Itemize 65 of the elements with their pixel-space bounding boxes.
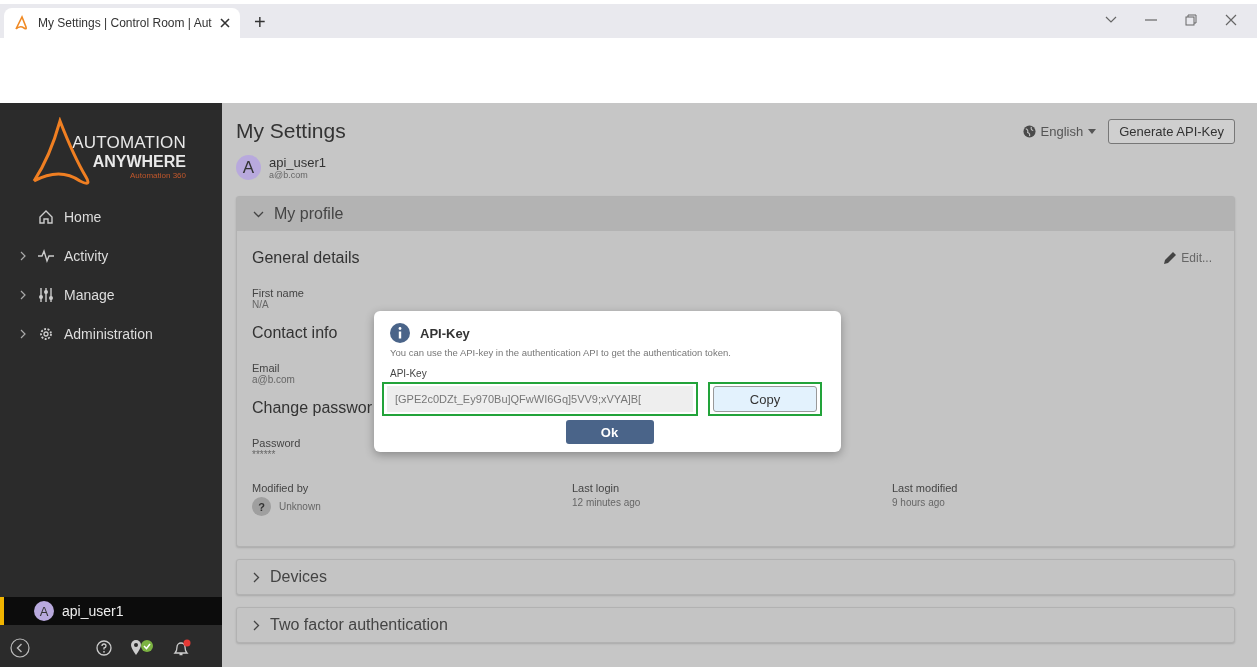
settings-icon: [38, 325, 54, 342]
nav-item[interactable]: Administration: [0, 314, 222, 353]
caret-icon: [1088, 129, 1097, 134]
home-icon: [38, 208, 54, 225]
sliders-icon: [38, 286, 54, 303]
logo-text: AUTOMATION: [72, 133, 186, 153]
user-name: api_user1: [269, 155, 327, 170]
chevron-right-icon: [20, 328, 26, 339]
field-label: Email: [252, 362, 280, 374]
field-label: API-Key: [390, 368, 428, 379]
language-selector[interactable]: English: [1022, 124, 1097, 139]
api-key-field[interactable]: [GPE2c0DZt_Ey970Bu]QFwWI6Gq]5VV9;xVYA]B[: [387, 386, 693, 412]
dialog-message: You can use the API-key in the authentication API to get the authentication token.: [390, 347, 732, 358]
logo-tagline: Automation 360: [129, 171, 186, 180]
field-value: N/A: [252, 299, 269, 310]
bell-icon[interactable]: [172, 639, 192, 657]
info-icon: [390, 323, 410, 343]
restore-icon[interactable]: [1185, 14, 1197, 26]
logo-icon: [14, 15, 30, 31]
field-label: Last login: [572, 482, 621, 494]
section-header[interactable]: Devices: [237, 560, 1234, 594]
field-value: 9 hours ago: [892, 497, 945, 508]
field-label: Modified by: [252, 482, 310, 494]
chevron-right-icon: [20, 289, 26, 300]
unknown-avatar: ?: [252, 497, 271, 516]
field-label: Password: [252, 437, 301, 449]
globe-icon: [1022, 125, 1036, 138]
browser-tab[interactable]: My Settings | Control Room | Aut: [4, 8, 240, 38]
location-check-icon[interactable]: [130, 639, 154, 657]
chevron-right-icon: [20, 250, 26, 261]
avatar: A: [34, 601, 54, 621]
tab-title: My Settings | Control Room | Aut: [38, 16, 212, 30]
chevron-right-icon: [253, 571, 260, 583]
chevron-right-icon: [253, 619, 260, 631]
help-icon[interactable]: [96, 640, 112, 656]
chevron-down-icon: [253, 210, 264, 218]
field-label: Last modified: [892, 482, 959, 494]
user-email: a@b.com: [269, 170, 309, 180]
page-title: My Settings: [236, 119, 346, 143]
nav-item[interactable]: Activity: [0, 236, 222, 275]
pencil-icon: [1163, 251, 1178, 265]
field-value: Unknown: [279, 501, 321, 512]
user-menu-item[interactable]: A api_user1: [0, 597, 222, 625]
dialog-title: API-Key: [420, 325, 470, 341]
nav-item[interactable]: Manage: [0, 275, 222, 314]
collapse-icon[interactable]: [10, 638, 30, 658]
pulse-icon: [38, 247, 54, 264]
logo-text: ANYWHERE: [92, 153, 186, 171]
field-value: 12 minutes ago: [572, 497, 641, 508]
new-tab-button[interactable]: +: [254, 11, 266, 33]
ok-button[interactable]: Ok: [565, 420, 654, 444]
close-icon[interactable]: [220, 18, 230, 28]
avatar: A: [236, 155, 261, 180]
field-value: ******: [252, 449, 276, 460]
chevron-down-icon[interactable]: [1105, 16, 1117, 24]
section-heading: Contact info: [252, 324, 338, 342]
generate-api-key-button[interactable]: Generate API-Key: [1108, 119, 1235, 144]
section-heading: General details: [252, 249, 360, 267]
field-value: a@b.com: [252, 374, 295, 385]
nav-item[interactable]: Home: [0, 197, 222, 236]
section-header[interactable]: Two factor authentication: [237, 608, 1234, 642]
section-heading: Change passwor: [252, 399, 373, 417]
section-header[interactable]: My profile: [237, 197, 1234, 231]
copy-button[interactable]: Copy: [713, 386, 817, 412]
field-label: First name: [252, 287, 304, 299]
